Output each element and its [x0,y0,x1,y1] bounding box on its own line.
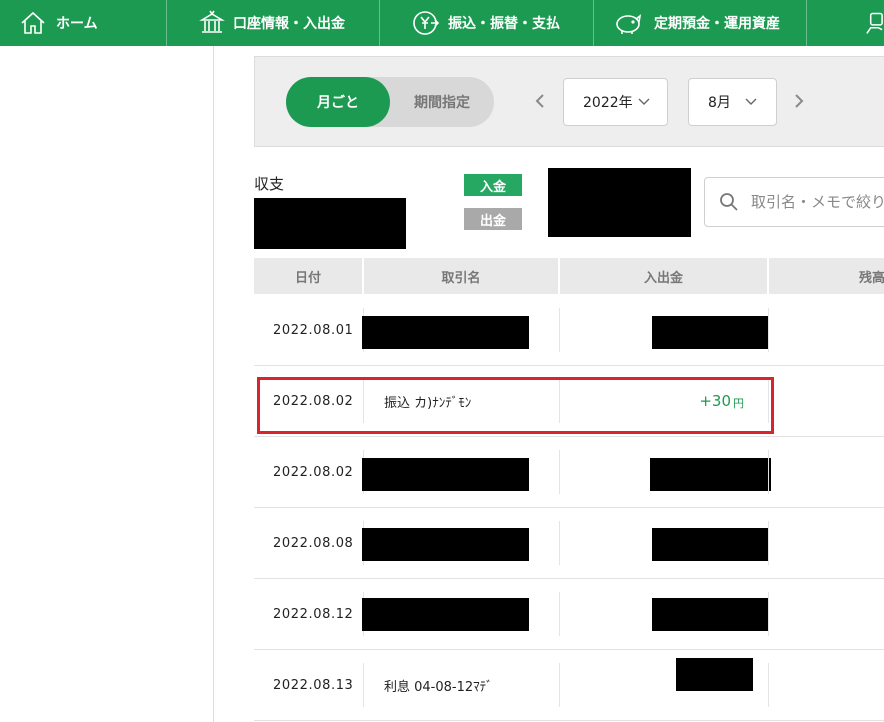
table-row[interactable]: 2022.08.02 [254,437,884,508]
nav-more[interactable] [807,0,884,46]
header-date: 日付 [254,258,364,294]
nav-deposit-label: 定期預金・運用資産 [654,16,780,32]
table-row[interactable]: 2022.08.08 [254,508,884,579]
filter-bar: 月ごと 期間指定 2022年 8月 [254,56,884,147]
next-month-button[interactable] [792,91,806,111]
highlight-box [257,377,774,434]
header-name: 取引名 [364,258,560,294]
row-name: 利息 04-08-12ﾏﾃﾞ [384,679,493,695]
row-date: 2022.08.12 [273,606,354,622]
top-nav: ホーム 口座情報・入出金 振込・振替・支払 定期預金・運用資産 [0,0,884,46]
yen-transfer-icon [413,11,440,35]
search-icon [720,193,738,211]
nav-account-label: 口座情報・入出金 [233,16,345,32]
redacted-amount [652,316,769,349]
nav-home[interactable]: ホーム [0,0,167,46]
redacted-name [362,458,529,491]
redacted-totals [548,168,691,237]
redacted-amount [650,458,771,491]
nav-home-label: ホーム [56,16,98,32]
redacted-amount [652,528,769,561]
chevron-down-icon [745,98,757,105]
nav-account[interactable]: 口座情報・入出金 [167,0,380,46]
mode-toggle: 月ごと 期間指定 [286,77,494,127]
header-balance: 残高 [859,270,884,286]
piggy-bank-icon [616,14,642,34]
nav-transfer[interactable]: 振込・振替・支払 [380,0,594,46]
table-row[interactable]: 2022.08.01 [254,295,884,366]
badge-withdrawal: 出金 [464,208,522,230]
redacted-name [362,528,529,561]
table-row[interactable]: 2022.08.12 [254,579,884,650]
chevron-right-icon [795,94,804,108]
header-amount: 入出金 [560,258,769,294]
badge-deposit: 入金 [464,174,522,196]
search-box[interactable] [704,177,884,227]
redacted-balance [254,198,406,249]
redacted-name [362,598,529,631]
year-select[interactable]: 2022年 [563,78,668,126]
mode-monthly-button[interactable]: 月ごと [286,77,390,127]
table-row[interactable]: 2022.08.13 利息 04-08-12ﾏﾃﾞ [254,650,884,721]
redacted-amount [676,658,753,691]
month-select[interactable]: 8月 [688,78,777,126]
redacted-amount [652,598,769,631]
table-header: 日付 取引名 入出金 残高 [254,258,884,294]
nav-transfer-label: 振込・振替・支払 [448,16,560,32]
row-date: 2022.08.02 [273,464,354,480]
home-icon [21,11,45,34]
search-input[interactable] [749,192,884,212]
nav-deposit[interactable]: 定期預金・運用資産 [594,0,807,46]
mode-period-button[interactable]: 期間指定 [390,77,494,127]
summary-label: 収支 [254,175,285,193]
chevron-left-icon [535,94,544,108]
chevron-down-icon [638,98,650,105]
row-date: 2022.08.08 [273,535,354,551]
left-panel [0,46,214,722]
redacted-name [362,316,529,349]
row-date: 2022.08.13 [273,677,354,693]
row-date: 2022.08.01 [273,322,354,338]
month-select-value: 8月 [708,95,731,111]
hand-money-icon [866,12,883,34]
bank-icon [199,10,225,33]
prev-month-button[interactable] [533,91,547,111]
year-select-value: 2022年 [583,95,633,111]
